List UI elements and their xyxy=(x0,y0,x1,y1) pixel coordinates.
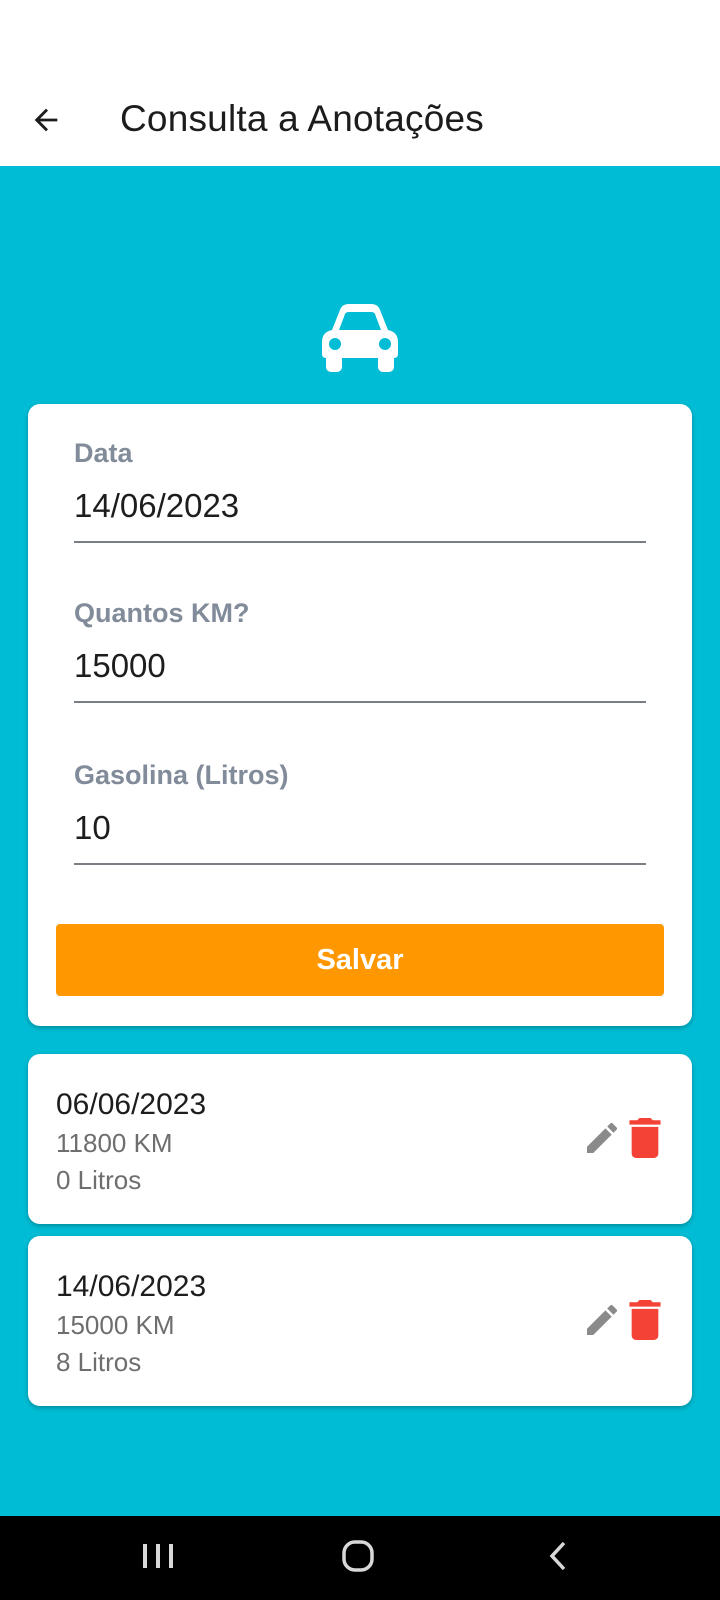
fuel-field: Gasolina (Litros) xyxy=(74,760,646,865)
car-icon xyxy=(322,304,398,372)
km-field-label: Quantos KM? xyxy=(74,598,250,628)
date-field-label: Data xyxy=(74,438,133,468)
back-icon[interactable] xyxy=(538,1536,586,1580)
page-title: Consulta a Anotações xyxy=(120,98,484,139)
edit-icon[interactable] xyxy=(582,1300,622,1340)
entry-km: 15000 KM xyxy=(56,1310,175,1340)
trash-icon[interactable] xyxy=(628,1300,662,1340)
fuel-input[interactable] xyxy=(74,809,646,865)
save-button[interactable]: Salvar xyxy=(56,924,664,996)
app-bar: Consulta a Anotações xyxy=(0,82,720,166)
date-input[interactable] xyxy=(74,487,646,543)
entry-liters: 0 Litros xyxy=(56,1165,142,1195)
entry-date: 14/06/2023 xyxy=(56,1270,207,1303)
fuel-field-label: Gasolina (Litros) xyxy=(74,760,289,790)
status-bar xyxy=(0,0,720,82)
main-content: Data Quantos KM? Gasolina (Litros) Salva… xyxy=(0,166,720,1516)
system-nav-bar xyxy=(0,1516,720,1600)
trash-icon[interactable] xyxy=(628,1118,662,1158)
entry-form-card: Data Quantos KM? Gasolina (Litros) Salva… xyxy=(28,404,692,1026)
recent-apps-icon[interactable] xyxy=(134,1536,182,1580)
list-item: 14/06/2023 15000 KM 8 Litros xyxy=(28,1236,692,1406)
back-button[interactable] xyxy=(22,96,70,144)
list-item: 06/06/2023 11800 KM 0 Litros xyxy=(28,1054,692,1224)
date-field: Data xyxy=(74,438,646,543)
entry-date: 06/06/2023 xyxy=(56,1088,207,1121)
entry-liters: 8 Litros xyxy=(56,1347,142,1377)
km-field: Quantos KM? xyxy=(74,598,646,703)
entry-km: 11800 KM xyxy=(56,1128,173,1158)
edit-icon[interactable] xyxy=(582,1118,622,1158)
km-input[interactable] xyxy=(74,647,646,703)
arrow-left-icon xyxy=(34,108,58,132)
home-icon[interactable] xyxy=(336,1536,384,1580)
